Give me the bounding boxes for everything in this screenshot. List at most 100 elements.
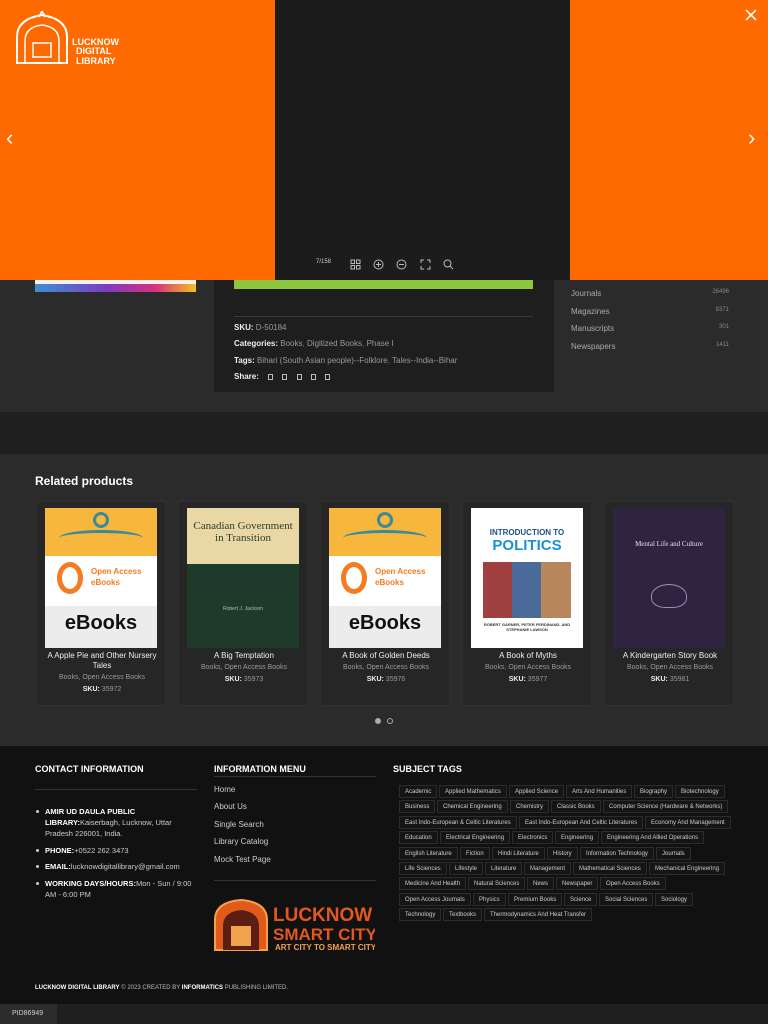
grid-icon[interactable] [350, 259, 361, 270]
subject-tag[interactable]: Life Sciences [399, 862, 447, 875]
subject-tag[interactable]: Hindi Literature [492, 846, 545, 860]
subject-tag[interactable]: Natural Sciences [468, 877, 526, 891]
subject-tag[interactable]: East Indo-European And Celtic Literature… [519, 815, 644, 829]
subject-tag[interactable]: English Literature [399, 846, 458, 860]
search-icon[interactable] [443, 259, 454, 270]
category-link[interactable]: Books [280, 339, 302, 348]
smart-city-line2: SMART CITY [273, 925, 375, 944]
subject-tag[interactable]: Engineering And Allied Operations [601, 831, 705, 845]
product-card[interactable]: Canadian Government in Transition Robert… [178, 501, 308, 706]
subject-tag[interactable]: Management [524, 862, 572, 875]
product-card[interactable]: INTRODUCTION TO POLITICS ROBERT GARNER, … [462, 501, 592, 706]
footer-link-about[interactable]: About Us [214, 802, 247, 811]
product-title[interactable]: A Big Temptation [181, 651, 307, 661]
product-cover[interactable]: Mental Life and Culture [613, 508, 725, 648]
subject-tag[interactable]: Open Access Books [600, 877, 666, 891]
email-share-icon[interactable] [325, 373, 331, 380]
tag-link[interactable]: Tales--India--Bihar [392, 356, 457, 365]
sidebar-item-journals[interactable]: Journals 26496 [571, 289, 729, 298]
product-card[interactable]: Open Access eBooks eBooks A Book of Gold… [320, 501, 450, 706]
subject-tag[interactable]: Academic [399, 785, 438, 798]
cover-photo-collage [483, 562, 571, 618]
footer-link-catalog[interactable]: Library Catalog [214, 837, 268, 846]
subject-tag[interactable]: News [527, 877, 555, 891]
subject-tag[interactable]: Classic Books [551, 800, 601, 814]
footer-link-home[interactable]: Home [214, 785, 235, 794]
company-link[interactable]: INFORMATICS [182, 985, 223, 991]
cover-text: POLITICS [492, 537, 562, 554]
carousel-dot-active[interactable] [375, 718, 381, 724]
carousel-dot[interactable] [387, 718, 393, 724]
divider [234, 316, 533, 317]
footer-link-mock-test[interactable]: Mock Test Page [214, 855, 271, 864]
fullscreen-icon[interactable] [420, 259, 431, 270]
subject-tag[interactable]: Biography [634, 785, 674, 798]
subject-tag[interactable]: Premium Books [508, 892, 563, 906]
close-icon[interactable] [745, 9, 757, 21]
tag-link[interactable]: Bihari (South Asian people)--Folklore [257, 356, 388, 365]
product-share: Share: [234, 372, 331, 381]
subject-tag[interactable]: Lifestyle [449, 862, 484, 875]
subject-tag[interactable]: Literature [485, 862, 523, 875]
chevron-left-icon[interactable]: ‹ [6, 127, 13, 149]
sidebar-item-magazines[interactable]: Magazines 8371 [571, 307, 729, 316]
subject-tag[interactable]: Science [564, 892, 598, 906]
subject-tag[interactable]: Sociology [655, 892, 694, 906]
subject-tag[interactable]: Technology [399, 908, 442, 922]
subject-tag[interactable]: Applied Mathematics [439, 785, 507, 798]
subject-tag[interactable]: Engineering [555, 831, 600, 845]
product-cover[interactable]: INTRODUCTION TO POLITICS ROBERT GARNER, … [471, 508, 583, 648]
subject-tag[interactable]: Textbooks [443, 908, 483, 922]
product-cover[interactable]: Open Access eBooks eBooks [329, 508, 441, 648]
subject-tag[interactable]: Fiction [460, 846, 490, 860]
subject-tag[interactable]: Applied Science [509, 785, 565, 798]
contact-email[interactable]: EMAIL:lucknowdigitallibrary@gmail.com [36, 861, 195, 872]
product-card[interactable]: Mental Life and Culture A Kindergarten S… [604, 501, 734, 706]
subject-tag[interactable]: Chemistry [510, 800, 550, 814]
product-title[interactable]: A Book of Myths [465, 651, 591, 661]
subject-tag[interactable]: Social Sciences [599, 892, 654, 906]
sidebar-item-manuscripts[interactable]: Manuscripts 301 [571, 324, 729, 333]
pinterest-share-icon[interactable] [296, 373, 302, 380]
footer-link-search[interactable]: Single Search [214, 820, 264, 829]
zoom-in-icon[interactable] [373, 259, 384, 270]
product-title[interactable]: A Kindergarten Story Book [607, 651, 733, 661]
category-link[interactable]: Phase I [367, 339, 394, 348]
subject-tag[interactable]: Chemical Engineering [437, 800, 508, 814]
subject-tag[interactable]: Mechanical Engineering [649, 862, 726, 875]
chevron-right-icon[interactable]: › [748, 127, 755, 149]
subject-tag[interactable]: Information Technology [580, 846, 654, 860]
subject-tag[interactable]: Open Access Journals [399, 892, 471, 906]
product-cover[interactable]: Open Access eBooks eBooks [45, 508, 157, 648]
subject-tag[interactable]: Mathematical Sciences [573, 862, 647, 875]
lucknow-smart-city-logo[interactable]: LUCKNOW SMART CITY ART CITY TO SMART CIT… [213, 896, 375, 952]
twitter-share-icon[interactable] [282, 373, 288, 380]
category-link[interactable]: Digitized Books [307, 339, 362, 348]
facebook-share-icon[interactable] [268, 373, 274, 380]
product-title[interactable]: A Book of Golden Deeds [323, 651, 449, 661]
subject-tag[interactable]: History [547, 846, 578, 860]
subject-tag[interactable]: Education [399, 831, 438, 845]
product-card[interactable]: Open Access eBooks eBooks A Apple Pie an… [36, 501, 166, 706]
product-cover[interactable]: Canadian Government in Transition Robert… [187, 508, 299, 648]
product-title[interactable]: A Apple Pie and Other Nursery Tales [39, 651, 165, 671]
subject-tag[interactable]: Electronics [512, 831, 554, 845]
product-categories: Books, Open Access Books [485, 664, 571, 671]
sidebar-item-newspapers[interactable]: Newspapers 1411 [571, 342, 729, 351]
subject-tag[interactable]: Medicine And Health [399, 877, 467, 891]
subject-tag[interactable]: Journals [656, 846, 691, 860]
zoom-out-icon[interactable] [396, 259, 407, 270]
subject-tag[interactable]: Thermodynamics And Heat Transfer [484, 908, 593, 922]
subject-tag[interactable]: Arts And Humanities [566, 785, 633, 798]
linkedin-share-icon[interactable] [310, 373, 316, 380]
lock-icon [377, 512, 393, 528]
subject-tag[interactable]: Economy And Management [645, 815, 731, 829]
subject-tag[interactable]: Newspaper [556, 877, 599, 891]
subject-tag[interactable]: Biotechnology [675, 785, 725, 798]
contact-heading: CONTACT INFORMATION [35, 764, 144, 774]
subject-tag[interactable]: Business [399, 800, 436, 814]
subject-tag[interactable]: East Indo-European & Celtic Literatures [399, 815, 517, 829]
subject-tag[interactable]: Electrical Engineering [440, 831, 511, 845]
subject-tag[interactable]: Computer Science (Hardware & Networks) [603, 800, 729, 814]
subject-tag[interactable]: Physics [473, 892, 506, 906]
